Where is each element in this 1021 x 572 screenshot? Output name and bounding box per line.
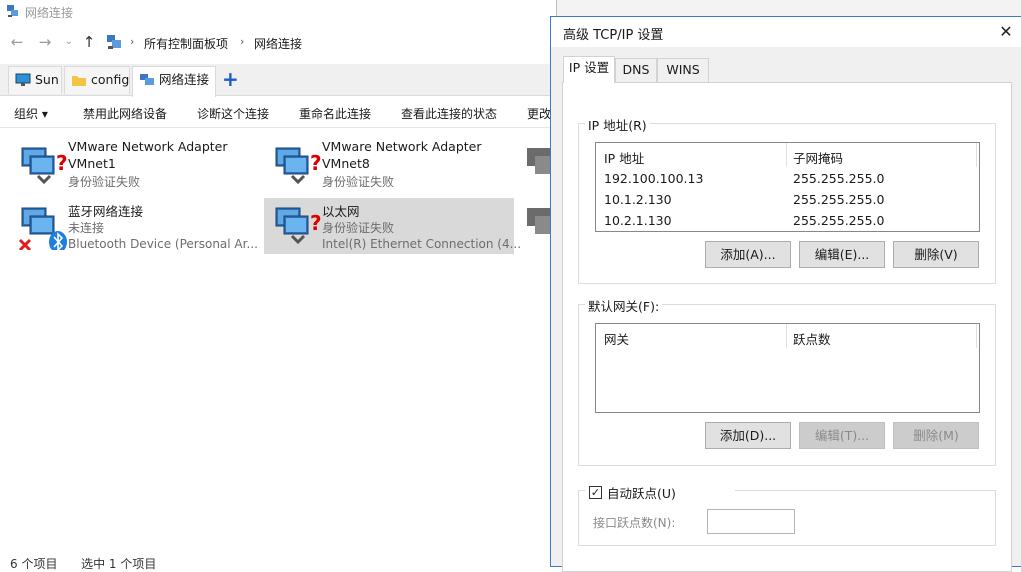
svg-text:?: ? — [310, 151, 322, 175]
tab-config[interactable]: config — [64, 66, 130, 94]
ip-cell[interactable]: 10.1.2.130 — [604, 192, 672, 207]
metric-column-header[interactable]: 跃点数 — [793, 329, 831, 348]
dialog-titlebar: 高级 TCP/IP 设置 ✕ — [551, 17, 1021, 47]
subnet-cell[interactable]: 255.255.255.0 — [793, 171, 884, 186]
connection-item-partial[interactable] — [515, 136, 559, 192]
interface-metric-label: 接口跃点数(N): — [593, 516, 676, 530]
ip-column-header[interactable]: IP 地址 — [604, 148, 644, 167]
breadcrumb-network-connections[interactable]: 网络连接 — [254, 35, 302, 52]
svg-text:?: ? — [310, 211, 322, 235]
organize-menu[interactable]: 组织 ▾ — [14, 105, 48, 122]
gateway-column-header[interactable]: 网关 — [604, 329, 629, 348]
status-bar: 6 个项目 选中 1 个项目 — [10, 555, 156, 572]
ip-settings-panel: IP 地址(R) IP 地址 子网掩码 192.100.100.13 255.2… — [562, 82, 1012, 572]
ip-cell[interactable]: 10.2.1.130 — [604, 213, 672, 228]
remove-gateway-button: 删除(M) — [893, 422, 979, 449]
diagnose-button[interactable]: 诊断这个连接 — [197, 105, 269, 122]
edit-gateway-button: 编辑(T)... — [799, 422, 885, 449]
breadcrumb-separator-icon: › — [130, 35, 135, 48]
interface-metric-field — [707, 509, 795, 534]
network-connections-icon — [140, 74, 154, 85]
network-adapter-error-icon: ? — [275, 147, 322, 185]
ip-address-list[interactable]: IP 地址 子网掩码 192.100.100.13 255.255.255.0 … — [595, 142, 980, 232]
selected-count: 选中 1 个项目 — [81, 557, 157, 571]
tab-sun[interactable]: Sun — [8, 66, 62, 94]
view-status-button[interactable]: 查看此连接的状态 — [401, 105, 497, 122]
advanced-tcpip-dialog: 高级 TCP/IP 设置 ✕ IP 设置 DNS WINS IP 地址(R) I… — [550, 16, 1021, 572]
tab-network-connections[interactable]: 网络连接 — [132, 66, 216, 97]
change-settings-button[interactable]: 更改 — [527, 105, 551, 122]
dialog-title: 高级 TCP/IP 设置 — [563, 28, 664, 43]
default-gateway-group-label: 默认网关(F): — [585, 296, 663, 315]
bluetooth-disconnected-icon — [18, 207, 67, 250]
subnet-cell[interactable]: 255.255.255.0 — [793, 192, 884, 207]
new-tab-plus-icon[interactable]: + — [222, 68, 239, 90]
auto-metric-label[interactable]: 自动跃点(U) — [585, 483, 735, 502]
up-icon[interactable]: ↑ — [80, 33, 98, 51]
subnet-column-header[interactable]: 子网掩码 — [793, 148, 843, 167]
breadcrumb-separator-icon: › — [240, 35, 245, 48]
recent-locations-chevron-icon[interactable]: ⌄ — [60, 33, 78, 51]
connection-item-ethernet[interactable]: ? 以太网 身份验证失败 Intel(R) Ethernet Connectio… — [264, 198, 521, 254]
item-count: 6 个项目 — [10, 557, 58, 571]
rename-button[interactable]: 重命名此连接 — [299, 105, 371, 122]
tab-ip-settings[interactable]: IP 设置 — [563, 56, 615, 83]
tab-dns[interactable]: DNS — [615, 58, 657, 82]
control-panel-icon — [107, 35, 121, 49]
network-adapter-error-icon: ? — [275, 207, 322, 245]
disable-device-button[interactable]: 禁用此网络设备 — [83, 105, 167, 122]
remove-ip-button[interactable]: 删除(V) — [893, 241, 979, 268]
connection-item-vmnet1[interactable]: ? VMware Network Adapter VMnet1 身份验证失败 — [10, 136, 260, 192]
connection-item-partial[interactable] — [515, 198, 559, 254]
auto-metric-checkbox[interactable]: ✓ — [589, 486, 602, 499]
ip-address-group-label: IP 地址(R) — [585, 115, 650, 134]
connection-item-bluetooth[interactable]: 蓝牙网络连接 未连接 Bluetooth Device (Personal Ar… — [10, 198, 260, 254]
monitor-icon — [15, 73, 31, 86]
network-connections-icon — [7, 5, 18, 17]
subnet-cell[interactable]: 255.255.255.0 — [793, 213, 884, 228]
network-adapter-error-icon: ? — [21, 147, 68, 185]
edit-ip-button[interactable]: 编辑(E)... — [799, 241, 885, 268]
add-gateway-button[interactable]: 添加(D)... — [705, 422, 791, 449]
forward-icon[interactable]: → — [36, 33, 54, 51]
gateway-list[interactable]: 网关 跃点数 — [595, 323, 980, 413]
window-title: 网络连接 — [25, 6, 74, 20]
connection-item-vmnet8[interactable]: ? VMware Network Adapter VMnet8 身份验证失败 — [264, 136, 514, 192]
folder-icon — [72, 76, 86, 86]
tab-wins[interactable]: WINS — [657, 58, 709, 82]
breadcrumb-control-panel[interactable]: 所有控制面板项 — [144, 35, 228, 52]
close-icon[interactable]: ✕ — [995, 21, 1017, 43]
add-ip-button[interactable]: 添加(A)... — [705, 241, 791, 268]
underlying-dialog-edge — [556, 0, 1021, 16]
svg-text:?: ? — [56, 151, 68, 175]
ip-cell[interactable]: 192.100.100.13 — [604, 171, 703, 186]
back-icon[interactable]: ← — [8, 33, 26, 51]
